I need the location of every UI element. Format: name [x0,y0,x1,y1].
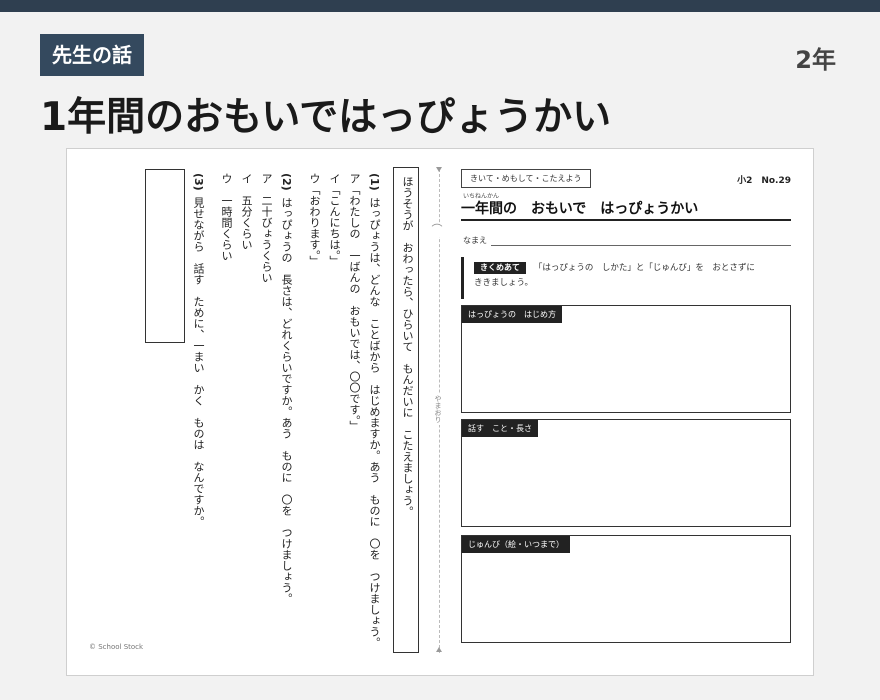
top-bar [0,0,880,12]
name-line [491,245,791,246]
q3-number: (3) [192,173,205,191]
q2-text: はっぴょうの 長さは、どれくらいですか。あう ものに 〇を つけましょう。 [280,197,293,604]
memo-panel-content: 話す こと・長さ [461,419,791,527]
memo-panel-opening: はっぴょうの はじめ方 [461,305,791,413]
name-label: なまえ [463,236,487,245]
listening-goal-tag: きくめあて [474,262,526,274]
memo-panel-label: 話す こと・長さ [462,420,538,437]
q2-option-c: ウ 一時間くらい [220,173,233,261]
q2-option-a: ア 二十びょうくらい [260,173,273,283]
q3-text: 見せながら 話す ために、一まい かく ものは なんですか。 [192,197,205,527]
q1-text: はっぴょうは、どんな ことばから はじめますか。あう ものに 〇を つけましょう… [368,197,381,648]
q1-option-a: ア「わたしの 一ばんの おもいでは、〇〇です。」 [348,173,361,432]
listening-goal: きくめあて 「はっぴょうの しかた」と「じゅんび」を おとさずに ききましょう。 [461,257,791,299]
q2-option-b: イ 五分くらい [240,173,253,250]
worksheet-preview: ほうそうが おわったら、ひらいて もんだいに こたえましょう。 (1) はっぴょ… [66,148,814,676]
memo-panel-label: はっぴょうの はじめ方 [462,306,562,323]
grade-label: 2年 [795,46,836,74]
fold-arrow-top-icon [436,167,442,172]
fold-label: やまおり [433,393,443,425]
memo-panel-label: じゅんび（絵・いつまで） [462,536,570,553]
listening-goal-text-1: 「はっぴょうの しかた」と「じゅんび」を おとさずに [533,263,755,273]
q1-option-b: イ「こんにちは。」 [328,173,341,267]
instruction-text: ほうそうが おわったら、ひらいて もんだいに こたえましょう。 [401,176,414,517]
q1-option-c: ウ「おわります。」 [308,173,321,267]
memo-panel-preparation: じゅんび（絵・いつまで） [461,535,791,643]
worksheet-header-box: きいて・めもして・こたえよう [461,169,591,188]
fold-arrow-bottom-icon [436,647,442,652]
fold-icon: ⌒ [429,223,445,237]
copyright: © School Stock [89,643,144,651]
worksheet-title: 一年間の おもいで はっぴょうかい [461,201,699,217]
q2-number: (2) [280,173,293,191]
page-title: 1年間のおもいではっぴょうかい [40,95,612,140]
title-underline [461,219,791,221]
listening-goal-text-2: ききましょう。 [474,278,533,288]
instruction-box: ほうそうが おわったら、ひらいて もんだいに こたえましょう。 [393,167,419,653]
q1-number: (1) [368,173,381,191]
category-badge: 先生の話 [40,34,144,76]
worksheet-number: 小2 No.29 [737,176,791,186]
answer-box [145,169,185,343]
